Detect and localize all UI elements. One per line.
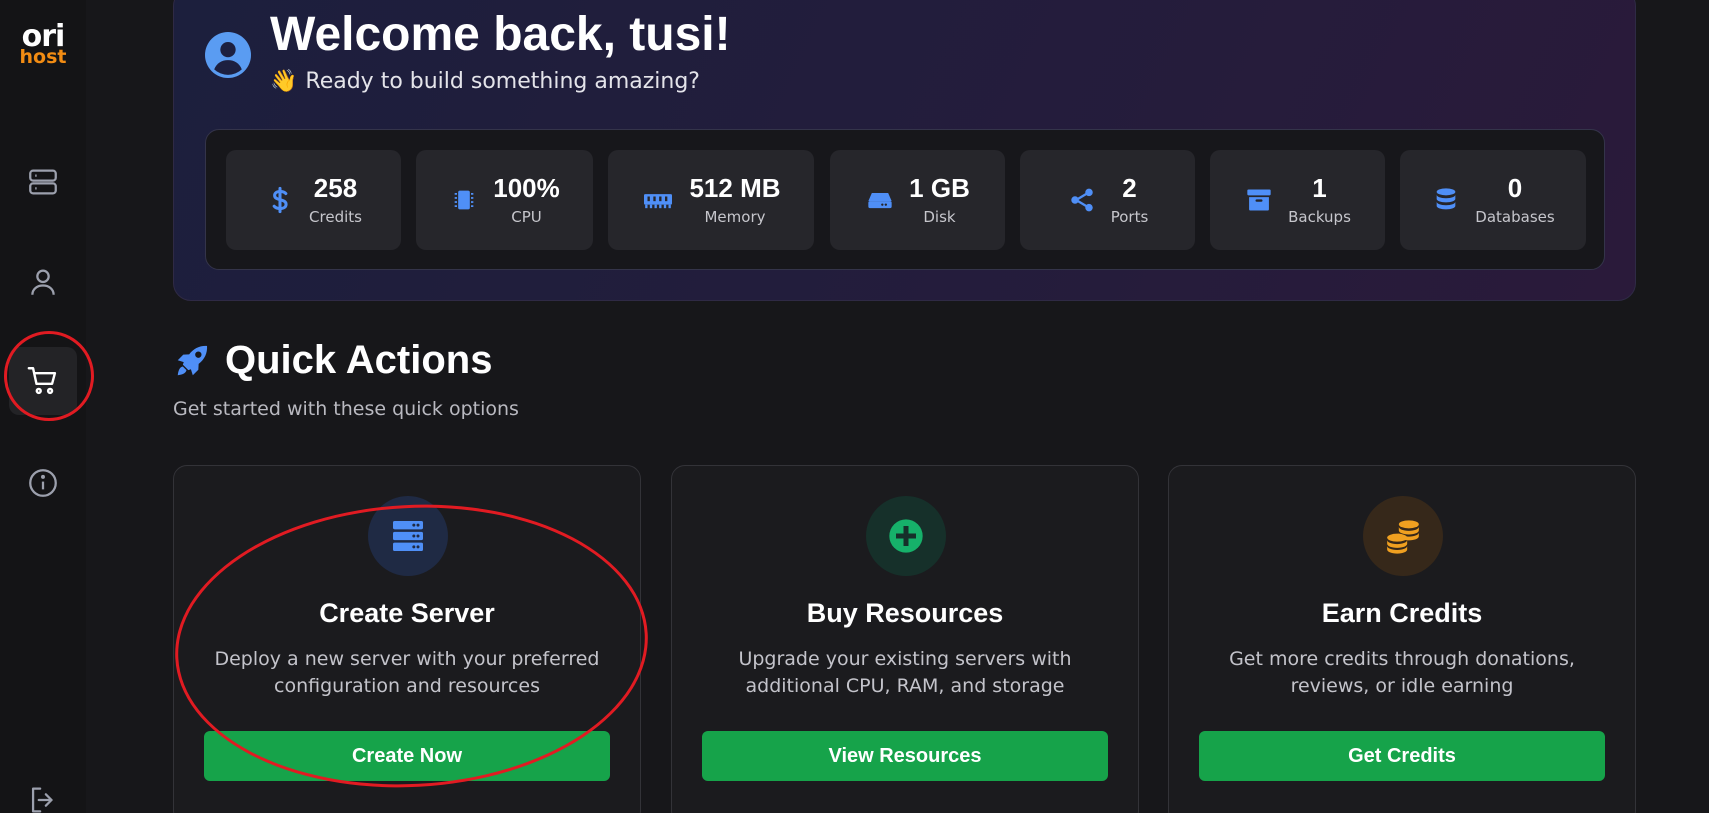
card-buy-resources: Buy Resources Upgrade your existing serv… (671, 465, 1139, 813)
sidebar-item-logout[interactable] (9, 766, 77, 813)
card-icon-wrap (1363, 496, 1443, 576)
view-resources-button[interactable]: View Resources (702, 731, 1108, 781)
stat-databases: 0 Databases (1400, 150, 1586, 250)
card-create-server: Create Server Deploy a new server with y… (173, 465, 641, 813)
archive-icon (1247, 189, 1271, 211)
stat-backups: 1 Backups (1210, 150, 1385, 250)
share-icon (1070, 188, 1093, 212)
stat-cpu: 100% CPU (416, 150, 593, 250)
logo-line2: host (19, 46, 67, 68)
stat-label: Ports (1110, 207, 1149, 226)
database-icon (1436, 188, 1456, 210)
card-icon-wrap (368, 496, 448, 576)
stat-memory: 512 MB Memory (608, 150, 814, 250)
plus-circle-icon (889, 519, 923, 553)
stat-value: 100% (493, 173, 560, 204)
card-description: Deploy a new server with your preferred … (214, 648, 600, 697)
user-avatar-icon (205, 32, 251, 78)
server-stack-icon (393, 521, 423, 551)
card-title: Buy Resources (806, 598, 1004, 628)
card-earn-credits: Earn Credits Get more credits through do… (1168, 465, 1636, 813)
card-title: Create Server (319, 598, 495, 628)
stat-ports: 2 Ports (1020, 150, 1195, 250)
stat-disk: 1 GB Disk (830, 150, 1005, 250)
stat-label: CPU (511, 207, 542, 226)
user-icon (31, 269, 55, 295)
sidebar-item-info[interactable] (9, 449, 77, 517)
coins-icon (1387, 520, 1419, 554)
quick-actions-heading: Quick Actions (173, 338, 492, 383)
stat-value: 1 GB (909, 173, 970, 204)
stat-value: 1 (1312, 173, 1327, 204)
logo[interactable]: ori host (18, 22, 68, 67)
welcome-title: Welcome back, tusi! (270, 8, 731, 61)
stat-label: Backups (1288, 207, 1351, 226)
card-description: Get more credits through donations, revi… (1229, 648, 1575, 697)
stat-label: Databases (1475, 207, 1555, 226)
card-description: Upgrade your existing servers with addit… (738, 648, 1072, 697)
card-title: Earn Credits (1321, 598, 1483, 628)
sidebar: ori host (0, 0, 86, 813)
stat-value: 258 (313, 173, 358, 204)
disk-icon (868, 193, 892, 209)
card-icon-wrap (866, 496, 946, 576)
stat-label: Credits (309, 207, 362, 226)
info-icon (29, 469, 57, 497)
sidebar-item-store[interactable] (9, 347, 77, 415)
rocket-icon (177, 345, 208, 375)
stat-credits: 258 Credits (226, 150, 401, 250)
welcome-panel: Welcome back, tusi! 👋 Ready to build som… (173, 0, 1636, 301)
logout-icon (31, 787, 53, 813)
quick-actions-subtitle: Get started with these quick options (173, 398, 519, 420)
server-icon (29, 169, 57, 195)
cpu-icon (454, 190, 474, 210)
sidebar-item-servers[interactable] (9, 148, 77, 216)
quick-actions-title: Quick Actions (225, 338, 493, 382)
stat-label: Memory (704, 207, 766, 226)
get-credits-button[interactable]: Get Credits (1199, 731, 1605, 781)
welcome-subtitle: 👋 Ready to build something amazing? (270, 69, 700, 94)
memory-icon (644, 194, 673, 209)
stat-value: 2 (1122, 173, 1137, 204)
dollar-icon (272, 186, 288, 214)
welcome-subtitle-text: Ready to build something amazing? (305, 69, 700, 94)
sidebar-item-account[interactable] (9, 248, 77, 316)
stat-value: 512 MB (689, 173, 781, 204)
wave-emoji-icon: 👋 (270, 69, 298, 94)
cart-icon (27, 367, 57, 395)
stats-bar: 258 Credits 100% CPU 512 MB Memory 1 GB … (205, 129, 1605, 270)
create-now-button[interactable]: Create Now (204, 731, 610, 781)
stat-value: 0 (1507, 173, 1523, 204)
stat-label: Disk (923, 207, 956, 226)
